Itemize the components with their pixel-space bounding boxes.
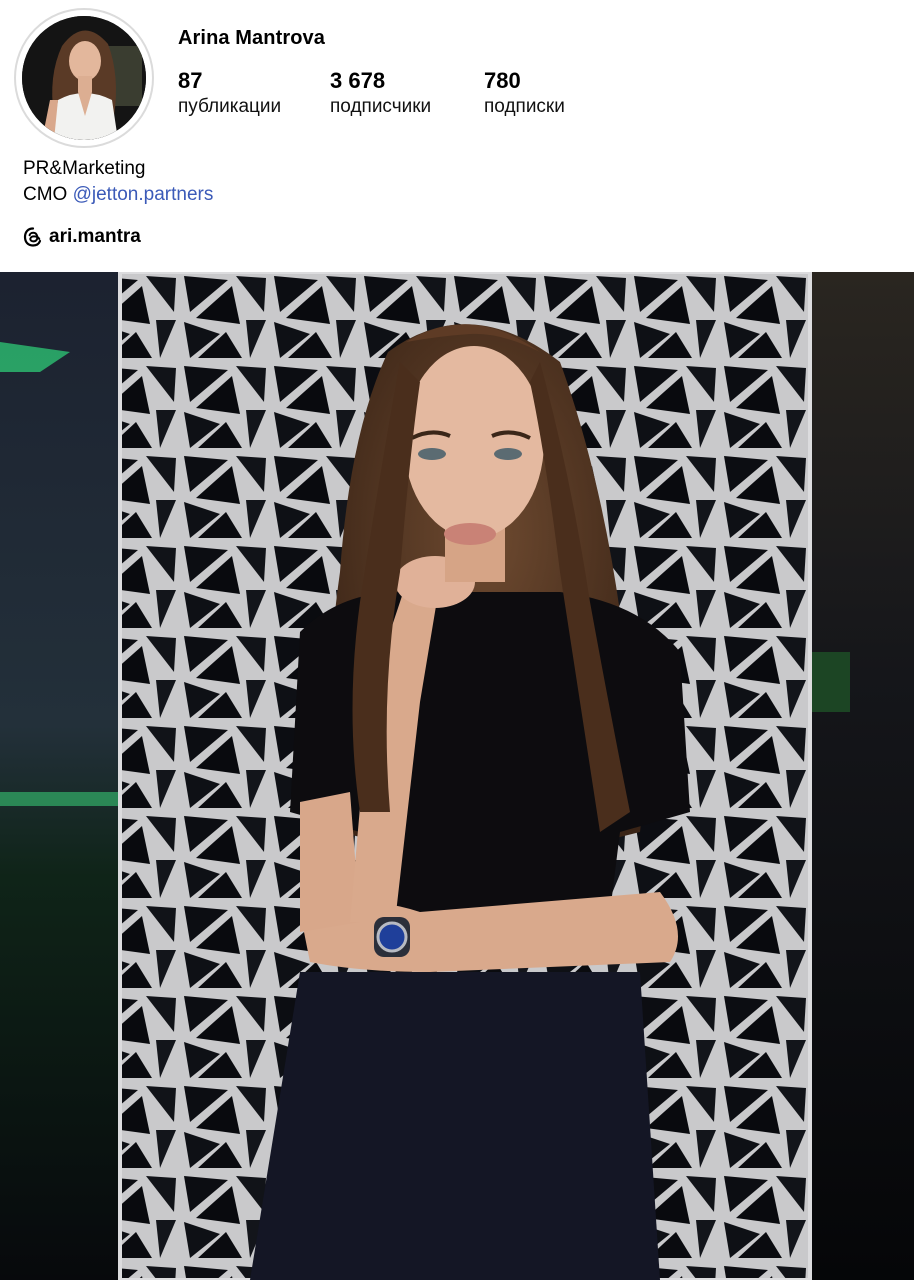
stat-posts[interactable]: 87 публикации — [178, 67, 281, 119]
threads-icon — [23, 227, 43, 247]
stat-followers-count: 3 678 — [330, 68, 386, 93]
stat-following-count: 780 — [484, 68, 521, 93]
profile-photo[interactable] — [0, 272, 914, 1280]
bio-line-position: CMO @jetton.partners — [23, 182, 213, 208]
bio-company-link[interactable]: @jetton.partners — [73, 184, 214, 205]
avatar-ring[interactable] — [14, 8, 154, 148]
bio-position-title: CMO — [23, 184, 68, 205]
profile-photo-image — [0, 272, 914, 1280]
stat-followers-label: подписчики — [330, 96, 432, 117]
stat-followers[interactable]: 3 678 подписчики — [330, 67, 431, 119]
threads-handle: ari.mantra — [49, 226, 141, 247]
stat-following[interactable]: 780 подписки — [484, 67, 565, 119]
profile-bio: PR&Marketing CMO @jetton.partners — [23, 156, 213, 208]
bio-line-role: PR&Marketing — [23, 158, 146, 179]
avatar[interactable] — [22, 16, 146, 140]
profile-page: Arina Mantrova 87 публикации 3 678 подпи… — [0, 0, 914, 1280]
stat-posts-label: публикации — [178, 96, 282, 117]
profile-username: Arina Mantrova — [178, 27, 325, 49]
stat-posts-count: 87 — [178, 68, 203, 93]
profile-header: Arina Mantrova 87 публикации 3 678 подпи… — [0, 0, 914, 272]
threads-link[interactable]: ari.mantra — [23, 226, 141, 248]
avatar-image — [22, 16, 146, 140]
stat-following-label: подписки — [484, 96, 565, 117]
